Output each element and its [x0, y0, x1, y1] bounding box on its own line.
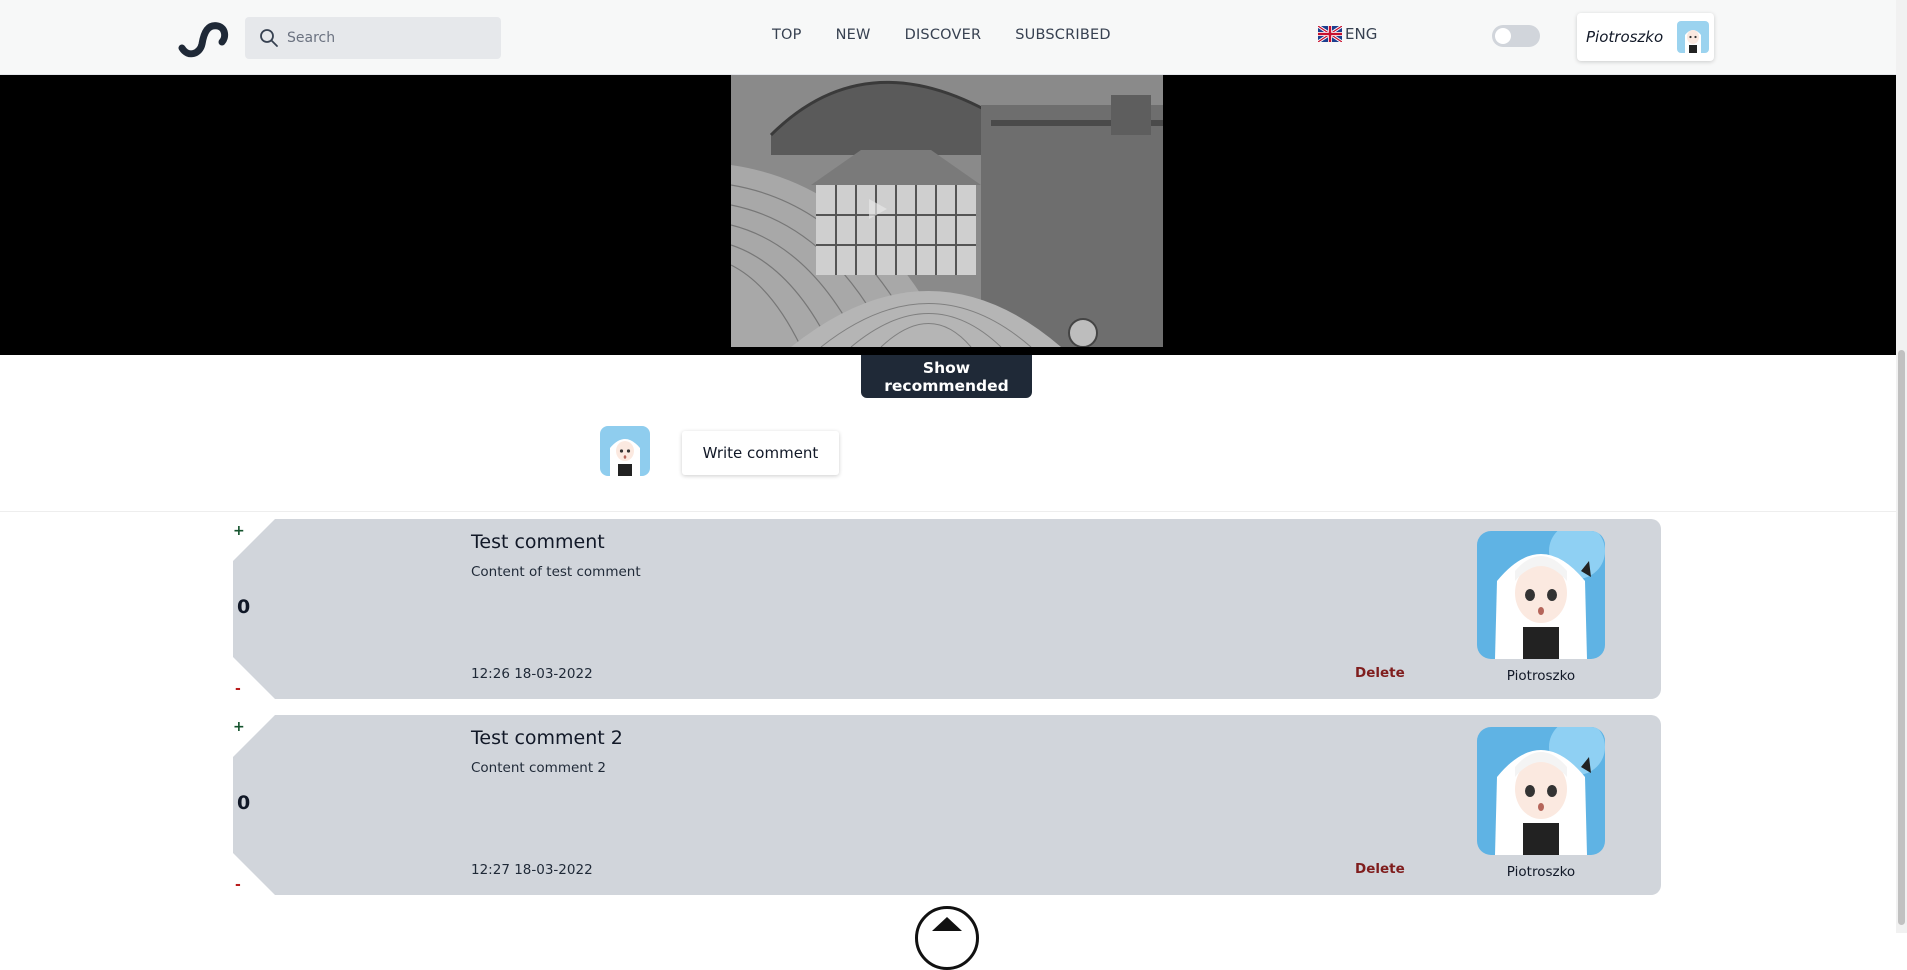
current-user-avatar [600, 426, 650, 476]
comment-author-name[interactable]: Piotroszko [1477, 668, 1605, 684]
nav-discover[interactable]: DISCOVER [905, 27, 982, 43]
downvote-button[interactable]: - [235, 877, 241, 893]
main-nav: TOP NEW DISCOVER SUBSCRIBED [772, 0, 1145, 70]
theme-toggle[interactable] [1492, 25, 1540, 47]
comment-timestamp: 12:26 18-03-2022 [471, 666, 593, 682]
upvote-button[interactable]: + [233, 719, 245, 735]
user-menu[interactable]: Piotroszko [1577, 13, 1714, 61]
delete-comment-button[interactable]: Delete [1355, 861, 1405, 877]
comment-title: Test comment [471, 531, 605, 553]
video-thumbnail[interactable] [731, 75, 1163, 347]
top-navbar: TOP NEW DISCOVER SUBSCRIBED ENG Piotrosz… [0, 0, 1896, 75]
comment-title: Test comment 2 [471, 727, 623, 749]
comment-author-avatar[interactable] [1477, 531, 1605, 659]
building-image [731, 75, 1163, 347]
avatar-image [600, 426, 650, 476]
scroll-to-top-button[interactable] [915, 906, 979, 970]
comment-author-name[interactable]: Piotroszko [1477, 864, 1605, 880]
arrow-up-icon [932, 917, 962, 931]
comment-timestamp: 12:27 18-03-2022 [471, 862, 593, 878]
user-avatar [1677, 21, 1710, 53]
downvote-button[interactable]: - [235, 681, 241, 697]
comment-content: Content of test comment [471, 564, 641, 580]
comment-author-avatar[interactable] [1477, 727, 1605, 855]
comment-card: + 0 - Test comment Content of test comme… [233, 519, 1661, 699]
show-recommended-button[interactable]: Show recommended [861, 355, 1032, 398]
avatar-image [1477, 531, 1605, 659]
toggle-knob [1495, 28, 1511, 44]
vote-score: 0 [237, 792, 251, 814]
language-label: ENG [1345, 25, 1378, 43]
wave-logo-icon[interactable] [178, 18, 230, 58]
username: Piotroszko [1586, 28, 1664, 46]
vote-score: 0 [237, 596, 251, 618]
video-player[interactable] [0, 75, 1896, 355]
comment-content: Content comment 2 [471, 760, 606, 776]
scrollbar-thumb[interactable] [1898, 350, 1905, 925]
section-divider [0, 511, 1896, 512]
write-comment-button[interactable]: Write comment [682, 431, 839, 475]
nav-top[interactable]: TOP [772, 27, 802, 43]
nav-subscribed[interactable]: SUBSCRIBED [1015, 27, 1110, 43]
search-icon [260, 29, 278, 47]
avatar-image [1477, 727, 1605, 855]
uk-flag-icon [1318, 26, 1342, 42]
page-scrollbar[interactable] [1896, 0, 1907, 933]
nav-new[interactable]: NEW [836, 27, 871, 43]
search-input[interactable] [285, 29, 485, 47]
comment-card: + 0 - Test comment 2 Content comment 2 1… [233, 715, 1661, 895]
upvote-button[interactable]: + [233, 523, 245, 539]
delete-comment-button[interactable]: Delete [1355, 665, 1405, 681]
language-selector[interactable]: ENG [1318, 25, 1377, 43]
search-box[interactable] [245, 17, 501, 59]
